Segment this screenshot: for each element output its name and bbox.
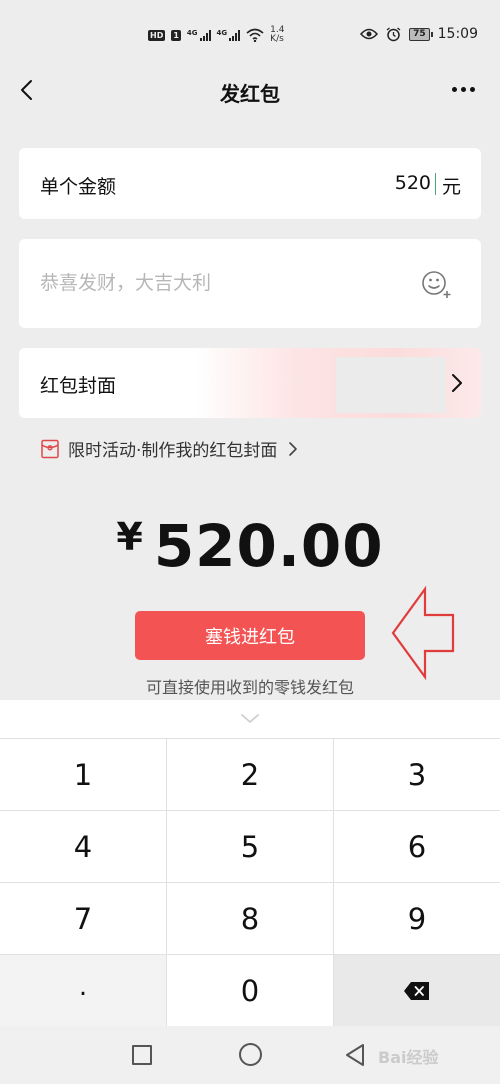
wifi-icon [246,28,264,42]
total-value: 520.00 [153,512,384,580]
sim-badge: 1 [171,29,181,41]
network-speed: 1.4 K/s [270,25,285,44]
key-5[interactable]: 5 [167,811,334,882]
promo-text: 限时活动·制作我的红包封面 [68,441,278,461]
cover-selector[interactable]: 红包封面 [19,348,481,418]
key-9[interactable]: 9 [334,883,500,954]
emoji-icon[interactable] [421,269,453,299]
total-amount: ¥520.00 [0,512,500,580]
nav-bar: 发红包 [0,70,500,114]
chevron-right-icon [452,374,462,392]
key-delete[interactable] [334,955,500,1027]
chevron-down-icon[interactable] [237,712,263,726]
blessing-input[interactable] [40,263,400,303]
battery-icon: 75 [409,27,433,41]
more-icon[interactable] [446,78,480,100]
amount-value[interactable]: 520 [395,172,437,195]
key-6[interactable]: 6 [334,811,500,882]
alarm-icon [386,26,401,41]
recents-icon[interactable] [132,1045,152,1065]
home-icon[interactable] [239,1043,262,1066]
currency-symbol: ¥ [116,515,144,559]
red-envelope-icon [41,439,59,458]
key-8[interactable]: 8 [167,883,334,954]
amount-field[interactable]: 单个金额 520 元 [19,148,481,219]
key-4[interactable]: 4 [0,811,167,882]
keypad-row: 1 2 3 [0,739,500,811]
promo-link[interactable]: 限时活动·制作我的红包封面 [40,436,299,461]
status-left-icons: HD 1 4G 4G 1.4 K/s [148,26,285,44]
keypad-row: 7 8 9 [0,883,500,955]
watermark-text: Bai经验 [378,1048,439,1067]
status-right-icons: 75 15:09 [360,26,478,42]
status-bar: HD 1 4G 4G 1.4 K/s 75 15:09 [0,0,500,70]
amount-unit: 元 [441,176,461,198]
chevron-right-icon [289,441,298,456]
signal-icon-1: 4G [187,29,211,41]
back-icon[interactable] [14,76,42,104]
clock-time: 15:09 [437,26,478,42]
backspace-icon [404,982,429,1000]
key-decimal[interactable]: . [0,955,167,1027]
signal-icon-2: 4G [217,29,241,41]
page-title: 发红包 [220,82,280,106]
blessing-card [19,239,481,328]
annotation-arrow-icon [391,586,455,680]
key-0[interactable]: 0 [167,955,334,1027]
cover-label: 红包封面 [40,375,117,397]
key-7[interactable]: 7 [0,883,167,954]
system-back-icon[interactable] [343,1042,367,1068]
keypad-row: . 0 [0,955,500,1027]
key-2[interactable]: 2 [167,739,334,810]
system-nav-bar: Bai经验 [0,1026,500,1084]
submit-button[interactable]: 塞钱进红包 [135,611,365,660]
amount-label: 单个金额 [40,176,117,198]
cover-preview [336,357,446,413]
hd-badge: HD [148,29,166,41]
numeric-keypad: 1 2 3 4 5 6 7 8 9 . 0 [0,700,500,1027]
key-1[interactable]: 1 [0,739,167,810]
keypad-row: 4 5 6 [0,811,500,883]
key-3[interactable]: 3 [334,739,500,810]
keypad-grid: 1 2 3 4 5 6 7 8 9 . 0 [0,738,500,1027]
hint-text: 可直接使用收到的零钱发红包 [145,678,354,697]
eye-icon [360,28,379,40]
